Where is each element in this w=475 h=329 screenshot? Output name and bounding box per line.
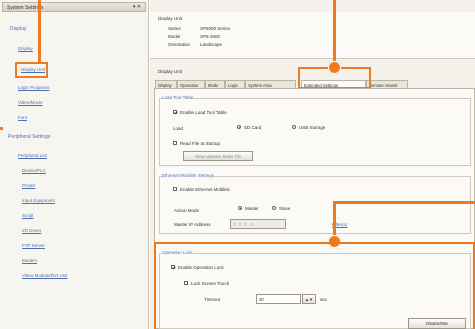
- nav-item-display[interactable]: Display: [18, 46, 33, 51]
- nav-item-device-plc[interactable]: Device/PLC: [22, 168, 46, 173]
- enable-load-tool-checkbox[interactable]: [173, 110, 177, 114]
- info-series-label: Series: [168, 26, 181, 31]
- slave-radio[interactable]: [272, 206, 276, 210]
- sd-card-label: SD Card: [244, 125, 262, 130]
- nav-item-ftp-server[interactable]: FTP Server: [22, 243, 45, 248]
- nav-item-modem[interactable]: Modem: [22, 258, 37, 263]
- nav-item-peripheral-list[interactable]: Peripheral List: [18, 153, 47, 158]
- info-series-value: SP5000 Series: [200, 26, 231, 31]
- enable-ethernet-checkbox[interactable]: [173, 187, 177, 191]
- display-unit-label: Display Unit: [158, 69, 183, 74]
- nav-item-printer[interactable]: Printer: [22, 183, 35, 188]
- master-ip-label: Master IP Address: [174, 222, 211, 227]
- nav-item-video-movie[interactable]: Video/Movie: [18, 100, 43, 105]
- nav-item-script[interactable]: Script: [22, 213, 34, 218]
- master-radio[interactable]: [238, 206, 242, 210]
- panel-close-icon[interactable]: ▾ ✕: [133, 4, 141, 10]
- sd-card-radio[interactable]: [237, 125, 241, 129]
- master-label: Master: [245, 206, 259, 211]
- callout-line-tab: [333, 0, 336, 64]
- allow-updates-button[interactable]: Allow Updates Setter File: [183, 151, 253, 161]
- system-settings-titlebar: System Settings ▾ ✕: [2, 2, 146, 12]
- nav-item-logic-programs[interactable]: Logic Programs: [18, 85, 50, 90]
- display-unit-highlight: [15, 62, 48, 78]
- usb-storage-label: USB Storage: [299, 125, 326, 130]
- enable-load-tool-label: Enable Load Tool Table: [180, 110, 227, 115]
- nav-item-video-module[interactable]: Video Module/DVI Unit: [22, 273, 67, 278]
- action-mode-label: Action Mode: [174, 208, 200, 213]
- master-ip-field[interactable]: 0 . 0 . 0 . 0: [230, 219, 286, 229]
- ethernet-title: Ethernet Multilink Settings: [162, 173, 215, 178]
- info-model-label: Model: [168, 34, 181, 39]
- info-title: Display Unit: [158, 16, 183, 21]
- nav-item-input-equipment[interactable]: Input Equipment: [22, 198, 55, 203]
- peripheral-header: Peripheral Settings: [8, 134, 51, 140]
- usb-storage-radio[interactable]: [292, 125, 296, 129]
- info-orientation-label: Orientation: [168, 42, 191, 47]
- info-model-value: SP5-3000: [200, 34, 221, 39]
- nav-item-io-driver[interactable]: I/O Driver: [22, 228, 41, 233]
- display-header: Display: [10, 26, 27, 32]
- nav-item-font[interactable]: Font: [18, 115, 27, 120]
- info-orientation-value: Landscape: [200, 42, 223, 47]
- load-tool-title: Load Tool Table: [162, 95, 194, 100]
- slave-label: Slave: [279, 206, 291, 211]
- load-label: Load: [173, 126, 184, 131]
- read-file-label: Read File at Startup: [180, 141, 221, 146]
- display-unit-info: [150, 12, 475, 59]
- callout-line-h: [333, 201, 475, 204]
- operation-lock-highlight: [154, 242, 475, 329]
- callout-line-left: [38, 0, 41, 64]
- arrow-tip-marker: [0, 127, 3, 130]
- read-file-checkbox[interactable]: [173, 141, 177, 145]
- enable-ethernet-label: Enable Ethernet Multilink: [180, 187, 230, 192]
- callout-dot-tab: [328, 61, 341, 74]
